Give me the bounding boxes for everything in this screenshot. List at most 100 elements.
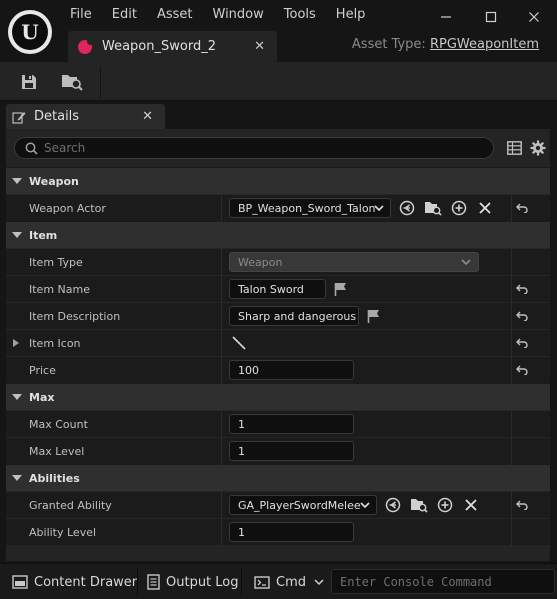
property-row-ability-level: Ability Level 1 (6, 518, 550, 546)
column-splitter[interactable] (221, 438, 222, 465)
reset-arrow-icon (516, 500, 528, 510)
property-row-price: Price 100 (6, 356, 550, 384)
use-selected-icon (399, 200, 415, 216)
document-tab-label: Weapon_Sword_2 (102, 39, 216, 54)
terminal-icon (254, 575, 270, 589)
status-separator (241, 568, 242, 596)
reset-column-divider (511, 276, 512, 303)
category-weapon[interactable]: Weapon (6, 167, 550, 194)
add-button[interactable] (436, 496, 454, 514)
category-abilities[interactable]: Abilities (6, 464, 550, 491)
add-button[interactable] (450, 199, 468, 217)
save-button[interactable] (15, 68, 43, 96)
reset-arrow-icon (516, 365, 528, 375)
save-icon (22, 75, 36, 89)
menu-asset[interactable]: Asset (147, 0, 203, 30)
browse-to-asset-button[interactable] (58, 68, 86, 96)
property-row-item-icon: Item Icon (6, 329, 550, 357)
category-item[interactable]: Item (6, 221, 550, 248)
document-tab-close-icon[interactable]: ✕ (254, 39, 265, 54)
window-close-button[interactable] (520, 6, 548, 28)
search-input[interactable] (44, 141, 474, 155)
content-drawer-button[interactable]: Content Drawer (12, 572, 137, 592)
details-tab[interactable]: Details ✕ (6, 104, 165, 129)
use-selected-button[interactable] (384, 496, 402, 514)
column-splitter[interactable] (221, 249, 222, 276)
use-selected-button[interactable] (398, 199, 416, 217)
column-splitter[interactable] (221, 492, 222, 519)
gear-icon (530, 140, 546, 156)
column-splitter[interactable] (221, 195, 222, 222)
details-tab-close-icon[interactable]: ✕ (142, 109, 153, 124)
granted-ability-combo[interactable]: GA_PlayerSwordMelee (229, 495, 377, 515)
plus-circle-icon (451, 200, 467, 216)
item-description-field[interactable]: Sharp and dangerous (229, 306, 359, 326)
category-label: Weapon (29, 174, 79, 188)
browse-icon (411, 499, 428, 513)
minimize-button[interactable] (432, 6, 460, 28)
asset-type-link[interactable]: RPGWeaponItem (430, 37, 539, 52)
maximize-button[interactable] (477, 6, 505, 28)
property-row-item-description: Item Description Sharp and dangerous (6, 302, 550, 330)
price-field[interactable]: 100 (229, 360, 354, 380)
document-tab-weapon-sword[interactable]: Weapon_Sword_2 ✕ (68, 31, 277, 62)
reset-to-default-button[interactable] (515, 200, 529, 216)
reset-to-default-button[interactable] (515, 497, 529, 513)
column-splitter[interactable] (221, 276, 222, 303)
search-icon (25, 142, 38, 155)
category-label: Item (29, 228, 58, 242)
localization-button[interactable] (333, 281, 347, 296)
output-log-button[interactable]: Output Log (147, 572, 239, 592)
property-row-granted-ability: Granted Ability GA_PlayerSwordMelee (6, 491, 550, 519)
reset-column-divider (511, 411, 512, 438)
settings-button[interactable] (529, 139, 547, 157)
browse-asset-button[interactable] (424, 199, 442, 217)
menu-window[interactable]: Window (203, 0, 274, 30)
max-level-field[interactable]: 1 (229, 441, 354, 461)
category-max[interactable]: Max (6, 383, 550, 410)
reset-arrow-icon (516, 311, 528, 321)
reset-to-default-button[interactable] (515, 335, 529, 351)
clear-icon (465, 499, 477, 511)
menu-help[interactable]: Help (326, 0, 376, 30)
column-splitter[interactable] (221, 330, 222, 357)
property-label: Ability Level (29, 526, 97, 539)
weapon-actor-combo[interactable]: BP_Weapon_Sword_Talon (229, 198, 391, 218)
menu-tools[interactable]: Tools (274, 0, 326, 30)
browse-icon (425, 202, 442, 216)
property-matrix-button[interactable] (505, 139, 523, 157)
minimize-icon (441, 16, 451, 18)
menu-edit[interactable]: Edit (102, 0, 147, 30)
expand-arrow-icon[interactable] (13, 339, 19, 347)
property-row-item-type: Item Type Weapon (6, 248, 550, 276)
property-row-item-name: Item Name Talon Sword (6, 275, 550, 303)
asset-toolbar (0, 62, 557, 101)
max-count-field[interactable]: 1 (229, 414, 354, 434)
clear-button[interactable] (462, 496, 480, 514)
column-splitter[interactable] (221, 411, 222, 438)
column-splitter[interactable] (221, 519, 222, 546)
reset-to-default-button[interactable] (515, 281, 529, 297)
use-selected-icon (385, 497, 401, 513)
localization-button[interactable] (366, 308, 380, 323)
reset-column-divider (511, 303, 512, 330)
item-name-field[interactable]: Talon Sword (229, 279, 326, 299)
console-command-input[interactable] (332, 570, 554, 593)
clear-button[interactable] (476, 199, 494, 217)
output-log-icon (147, 574, 160, 590)
property-label: Item Name (29, 283, 90, 296)
reset-to-default-button[interactable] (515, 362, 529, 378)
clear-icon (479, 202, 491, 214)
status-separator (137, 568, 138, 596)
column-splitter[interactable] (221, 303, 222, 330)
property-row-weapon-actor: Weapon Actor BP_Weapon_Sword_Talon (6, 194, 550, 222)
browse-asset-button[interactable] (410, 496, 428, 514)
content-drawer-icon (12, 575, 28, 589)
menu-file[interactable]: File (60, 0, 102, 30)
cmd-selector[interactable]: Cmd (254, 572, 324, 592)
reset-to-default-button[interactable] (515, 308, 529, 324)
property-label: Item Type (29, 256, 83, 269)
item-icon-thumbnail[interactable] (230, 334, 248, 352)
ability-level-field[interactable]: 1 (229, 522, 354, 542)
column-splitter[interactable] (221, 357, 222, 384)
